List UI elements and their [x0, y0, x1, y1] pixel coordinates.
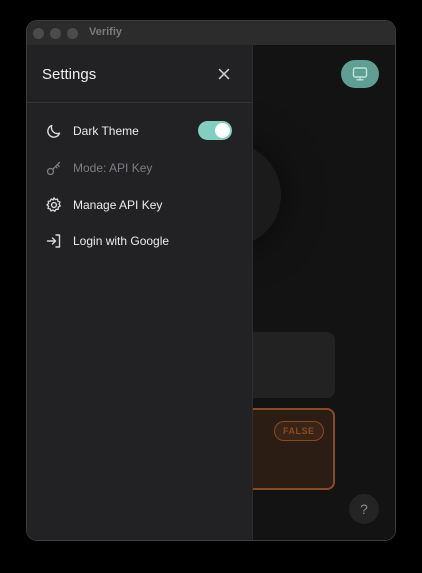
window-minimize-control[interactable]	[50, 28, 61, 39]
manage-api-key-label: Manage API Key	[73, 198, 163, 212]
moon-icon	[47, 124, 61, 138]
gear-icon	[46, 197, 61, 212]
app-window: Verifiy FALSE ? Settings Dark Theme Mode…	[26, 20, 396, 541]
settings-panel: Settings Dark Theme Mode: API Key Manage…	[27, 45, 253, 540]
login-google-item[interactable]: Login with Google	[45, 230, 235, 254]
api-mode-item: Mode: API Key	[45, 157, 235, 181]
settings-title: Settings	[42, 66, 97, 83]
monitor-icon	[352, 67, 368, 81]
title-bar: Verifiy	[27, 21, 395, 45]
dark-theme-label: Dark Theme	[73, 124, 139, 138]
login-google-label: Login with Google	[73, 234, 170, 248]
monitor-button[interactable]	[341, 60, 379, 88]
close-icon[interactable]	[215, 65, 233, 83]
toggle-knob	[215, 123, 230, 138]
login-icon	[46, 234, 61, 248]
api-mode-label: Mode: API Key	[73, 161, 153, 175]
false-badge: FALSE	[274, 421, 324, 441]
dark-theme-item[interactable]: Dark Theme	[45, 120, 235, 144]
window-title: Verifiy	[89, 26, 123, 38]
settings-header: Settings	[27, 45, 252, 103]
help-button[interactable]: ?	[349, 494, 379, 524]
key-icon	[46, 161, 61, 176]
window-close-control[interactable]	[33, 28, 44, 39]
dark-theme-toggle[interactable]	[198, 121, 232, 140]
manage-api-key-item[interactable]: Manage API Key	[45, 194, 235, 218]
window-maximize-control[interactable]	[67, 28, 78, 39]
